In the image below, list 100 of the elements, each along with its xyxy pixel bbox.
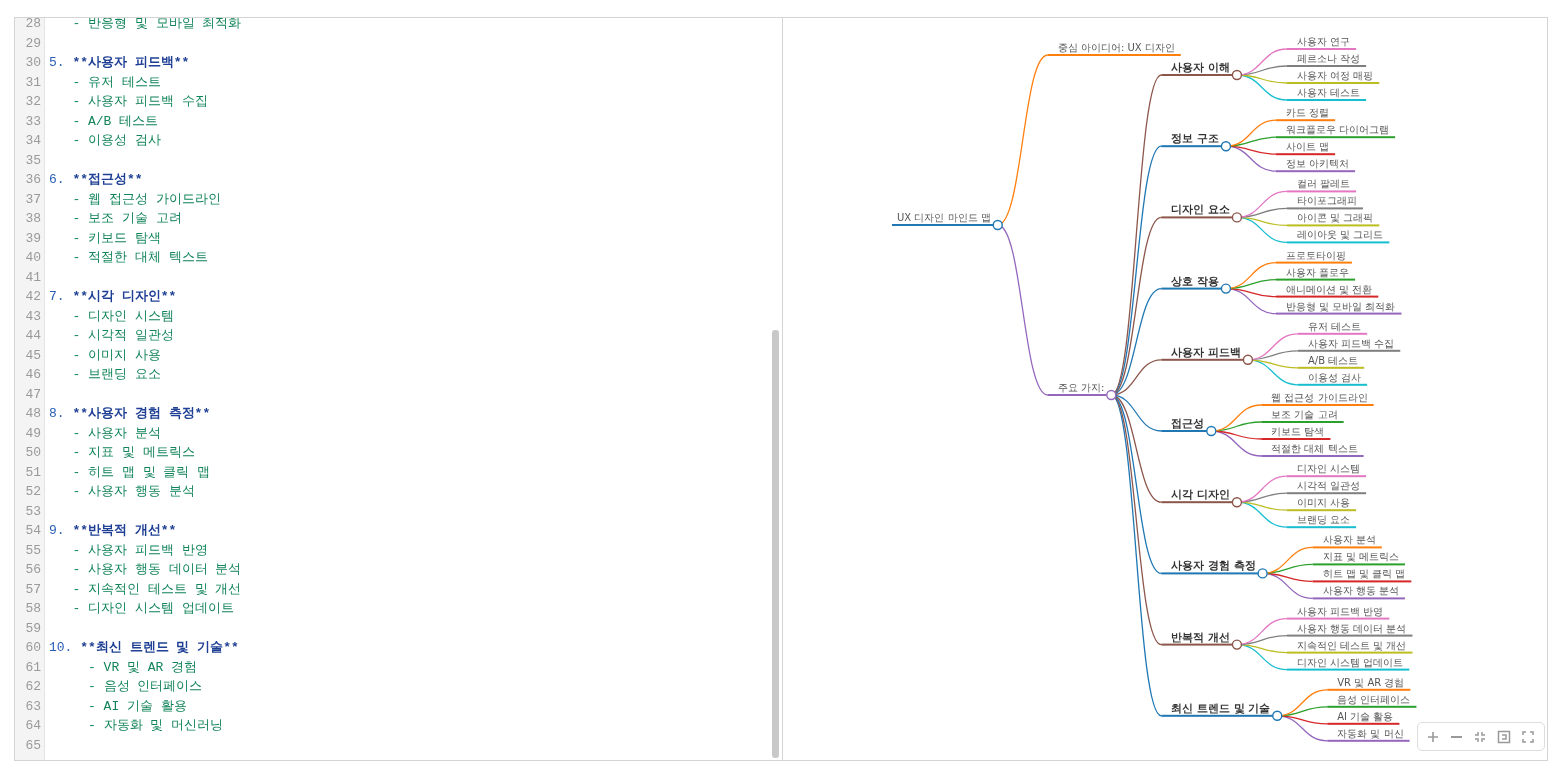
line-number: 39 [24, 229, 42, 248]
node-label: 카드 정렬 [1285, 107, 1329, 119]
code-line: - 이미지 사용 [71, 346, 162, 365]
collapse-toggle[interactable] [1256, 568, 1268, 579]
node-label: 프로토타이핑 [1285, 249, 1346, 261]
node-label: 최신 트렌드 및 기술 [1170, 701, 1270, 714]
node-label: 레이아웃 및 그리드 [1296, 229, 1383, 241]
node-label: 브랜딩 요소 [1296, 514, 1350, 526]
code-line: - 브랜딩 요소 [71, 366, 162, 384]
line-number: 35 [24, 151, 42, 170]
line-number: 62 [24, 678, 42, 696]
node-label: AI 기술 활용 [1336, 710, 1393, 722]
node-label: 디자인 시스템 업데이트 [1296, 656, 1403, 668]
line-number: 29 [24, 34, 42, 53]
code-line: - 반응형 및 모바일 최적화 [71, 18, 243, 33]
node-label: 사용자 피드백 수집 [1307, 337, 1394, 349]
node-label: 사용자 이해 [1170, 61, 1230, 73]
code-line: 8. **사용자 경험 측정** [48, 405, 212, 423]
fit-view-icon [1496, 728, 1513, 745]
code-line: - 디자인 시스템 [71, 307, 175, 326]
line-number: 44 [24, 327, 42, 345]
line-number: 65 [24, 736, 42, 755]
line-number: 57 [24, 580, 42, 599]
line-number: 34 [24, 132, 42, 150]
line-number: 47 [24, 385, 42, 404]
fit-view-button[interactable] [1496, 728, 1513, 745]
collapse-toggle[interactable] [1220, 283, 1231, 294]
collapse-toggle[interactable] [1231, 69, 1242, 81]
code-line: - 히트 맵 및 클릭 맵 [71, 463, 212, 482]
node-label: 유저 테스트 [1307, 320, 1361, 332]
collapse-toggle[interactable] [1231, 497, 1242, 508]
code-line: - AI 기술 활용 [87, 697, 188, 716]
line-number: 38 [24, 210, 42, 228]
collapse-toggle[interactable] [1231, 639, 1242, 650]
line-number: 54 [24, 522, 42, 540]
node-label: 사이트 맵 [1285, 141, 1329, 153]
code-line: 10. **최신 트렌드 및 기술** [48, 639, 240, 657]
line-number: 52 [24, 483, 42, 501]
code-line: - 사용자 피드백 반영 [71, 541, 209, 560]
line-number: 63 [24, 697, 42, 716]
node-label: 이미지 사용 [1296, 497, 1350, 509]
node-label: 반복적 개선 [1170, 630, 1230, 643]
node-label: 반응형 및 모바일 최적화 [1285, 300, 1395, 312]
node-label: 사용자 행동 데이터 분석 [1296, 622, 1406, 634]
node-label: 지속적인 테스트 및 개선 [1296, 639, 1406, 651]
collapse-toggle[interactable] [1105, 389, 1116, 401]
code-line: - 자동화 및 머신러닝 [87, 717, 225, 735]
code-line: - 웹 접근성 가이드라인 [71, 190, 222, 209]
code-line: - 이용성 검사 [71, 132, 162, 150]
node-label: 사용자 테스트 [1296, 87, 1360, 98]
node-label: 사용자 플로우 [1285, 266, 1349, 278]
code-line: - 음성 인터페이스 [87, 678, 204, 696]
line-number: 43 [24, 307, 42, 326]
collapse-toggle[interactable] [1220, 141, 1231, 152]
code-line: - 사용자 피드백 수집 [71, 93, 209, 111]
node-label: 사용자 피드백 [1170, 345, 1241, 358]
line-number: 49 [24, 424, 42, 443]
node-label: VR 및 AR 경험 [1336, 676, 1404, 688]
node-label: 시각 디자인 [1170, 488, 1230, 501]
collapse-toggle[interactable] [992, 219, 1003, 231]
code-line: - 적절한 대체 텍스트 [71, 249, 209, 267]
line-number: 50 [24, 444, 42, 462]
line-number: 31 [24, 73, 42, 92]
node-label: 아이콘 및 그래픽 [1296, 212, 1373, 224]
collapse-toggle[interactable] [1242, 354, 1253, 365]
code-line: - 지속적인 테스트 및 개선 [71, 580, 243, 599]
scrollbar-thumb[interactable] [771, 330, 779, 758]
node-label: 접근성 [1170, 417, 1204, 429]
node-label: 보조 기술 고려 [1270, 409, 1338, 420]
node-label: 워크플로우 다이어그램 [1285, 124, 1389, 136]
line-number: 64 [24, 717, 42, 735]
node-label: 정보 구조 [1170, 132, 1219, 145]
code-line: - 사용자 행동 데이터 분석 [71, 561, 243, 579]
code-line: 6. **접근성** [48, 171, 144, 189]
collapse-toggle[interactable] [1271, 710, 1282, 721]
node-label: 적절한 대체 텍스트 [1270, 443, 1358, 454]
node-label: 타이포그래피 [1296, 195, 1357, 207]
collapse-toggle[interactable] [1205, 425, 1216, 437]
code-line: - VR 및 AR 경험 [87, 658, 199, 677]
node-label: 디자인 요소 [1170, 203, 1230, 216]
line-number: 53 [24, 502, 42, 521]
node-label: 정보 아키텍처 [1285, 158, 1349, 170]
node-label: 시각적 일관성 [1296, 480, 1360, 492]
node-label: 키보드 탐색 [1270, 426, 1324, 437]
node-label: 주요 가지: [1057, 382, 1104, 393]
line-number: 61 [24, 658, 42, 677]
line-number: 58 [24, 600, 42, 618]
line-number: 30 [24, 54, 42, 72]
node-label: A/B 테스트 [1307, 354, 1358, 366]
node-label: 히트 맵 및 클릭 맵 [1322, 568, 1405, 580]
node-label: 사용자 연구 [1296, 36, 1350, 47]
node-label: 중심 아이디어: UX 디자인 [1057, 42, 1175, 53]
node-label: 자동화 및 머신 [1336, 727, 1404, 739]
node-label: 사용자 피드백 반영 [1296, 605, 1383, 617]
line-number: 55 [24, 541, 42, 560]
collapse-toggle[interactable] [1231, 212, 1242, 223]
line-number: 32 [24, 93, 42, 111]
line-number: 37 [24, 190, 42, 209]
node-label: 웹 접근성 가이드라인 [1270, 392, 1368, 403]
code-line: 9. **반복적 개선** [48, 522, 178, 540]
